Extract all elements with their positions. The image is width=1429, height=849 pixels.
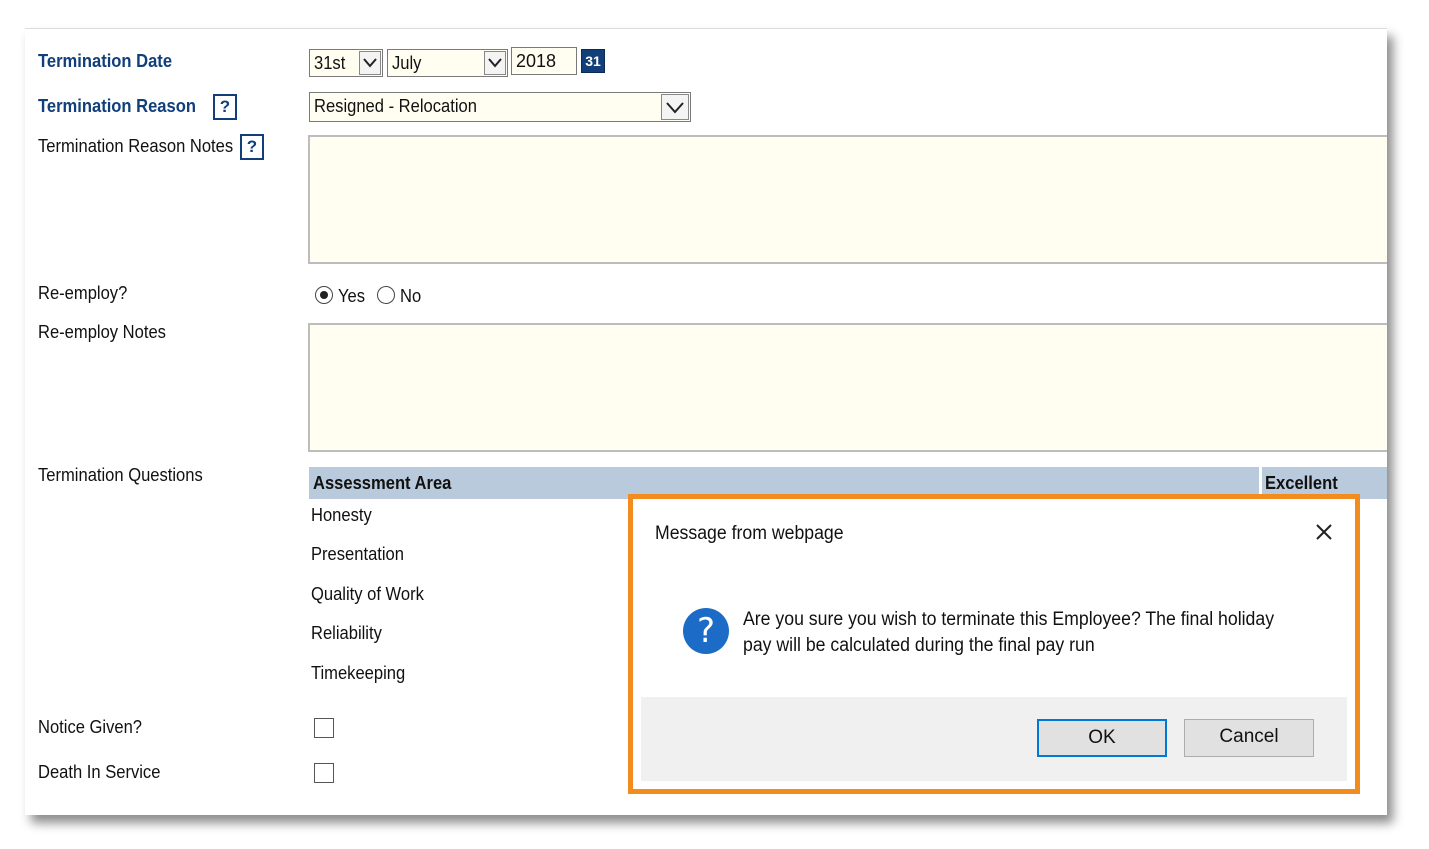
termination-reason-value: Resigned - Relocation (314, 96, 477, 116)
close-icon[interactable] (1311, 519, 1337, 545)
chevron-down-icon (359, 51, 381, 75)
help-icon[interactable]: ? (213, 94, 237, 120)
table-row: Quality of Work (311, 584, 424, 604)
reemploy-yes-radio[interactable] (315, 286, 333, 304)
ok-button[interactable]: OK (1037, 719, 1167, 757)
termination-reason-notes-label: Termination Reason Notes (38, 136, 234, 156)
date-day-value: 31st (314, 53, 346, 73)
reemploy-no-radio[interactable] (377, 286, 395, 304)
reemploy-notes-label: Re-employ Notes (38, 322, 166, 342)
dialog-footer: OK Cancel (641, 697, 1347, 781)
date-day-select[interactable]: 31st (309, 49, 383, 77)
reemploy-yes-label: Yes (338, 286, 366, 306)
date-month-select[interactable]: July (387, 49, 508, 77)
notice-given-label: Notice Given? (38, 717, 143, 737)
termination-reason-notes-textarea[interactable] (308, 135, 1387, 264)
dialog-title: Message from webpage (655, 523, 844, 544)
dialog-message: Are you sure you wish to terminate this … (743, 609, 1275, 656)
dialog-highlight: Message from webpage ? Are you sure you … (628, 494, 1360, 794)
question-icon: ? (683, 608, 729, 654)
notice-given-checkbox[interactable] (314, 718, 334, 738)
cancel-button[interactable]: Cancel (1184, 719, 1314, 757)
chevron-down-icon (661, 94, 689, 120)
header-assessment-area: Assessment Area (313, 473, 452, 493)
termination-reason-select[interactable]: Resigned - Relocation (309, 92, 691, 122)
table-row: Reliability (311, 623, 382, 643)
help-icon[interactable]: ? (240, 134, 264, 160)
death-in-service-checkbox[interactable] (314, 763, 334, 783)
termination-questions-label: Termination Questions (38, 465, 203, 485)
reemploy-no-label: No (400, 286, 422, 306)
table-row: Presentation (311, 544, 404, 564)
table-row: Honesty (311, 505, 372, 525)
reemploy-label: Re-employ? (38, 283, 128, 303)
chevron-down-icon (484, 51, 506, 75)
date-year-value: 2018 (516, 51, 557, 71)
date-month-value: July (392, 53, 422, 73)
termination-date-label: Termination Date (38, 51, 173, 71)
confirm-dialog: Message from webpage ? Are you sure you … (641, 507, 1347, 781)
calendar-icon[interactable]: 31 (581, 49, 605, 73)
termination-reason-label: Termination Reason (38, 96, 196, 116)
table-row: Timekeeping (311, 663, 406, 683)
date-year-input[interactable]: 2018 (511, 47, 577, 75)
death-in-service-label: Death In Service (38, 762, 161, 782)
reemploy-notes-textarea[interactable] (308, 323, 1387, 452)
